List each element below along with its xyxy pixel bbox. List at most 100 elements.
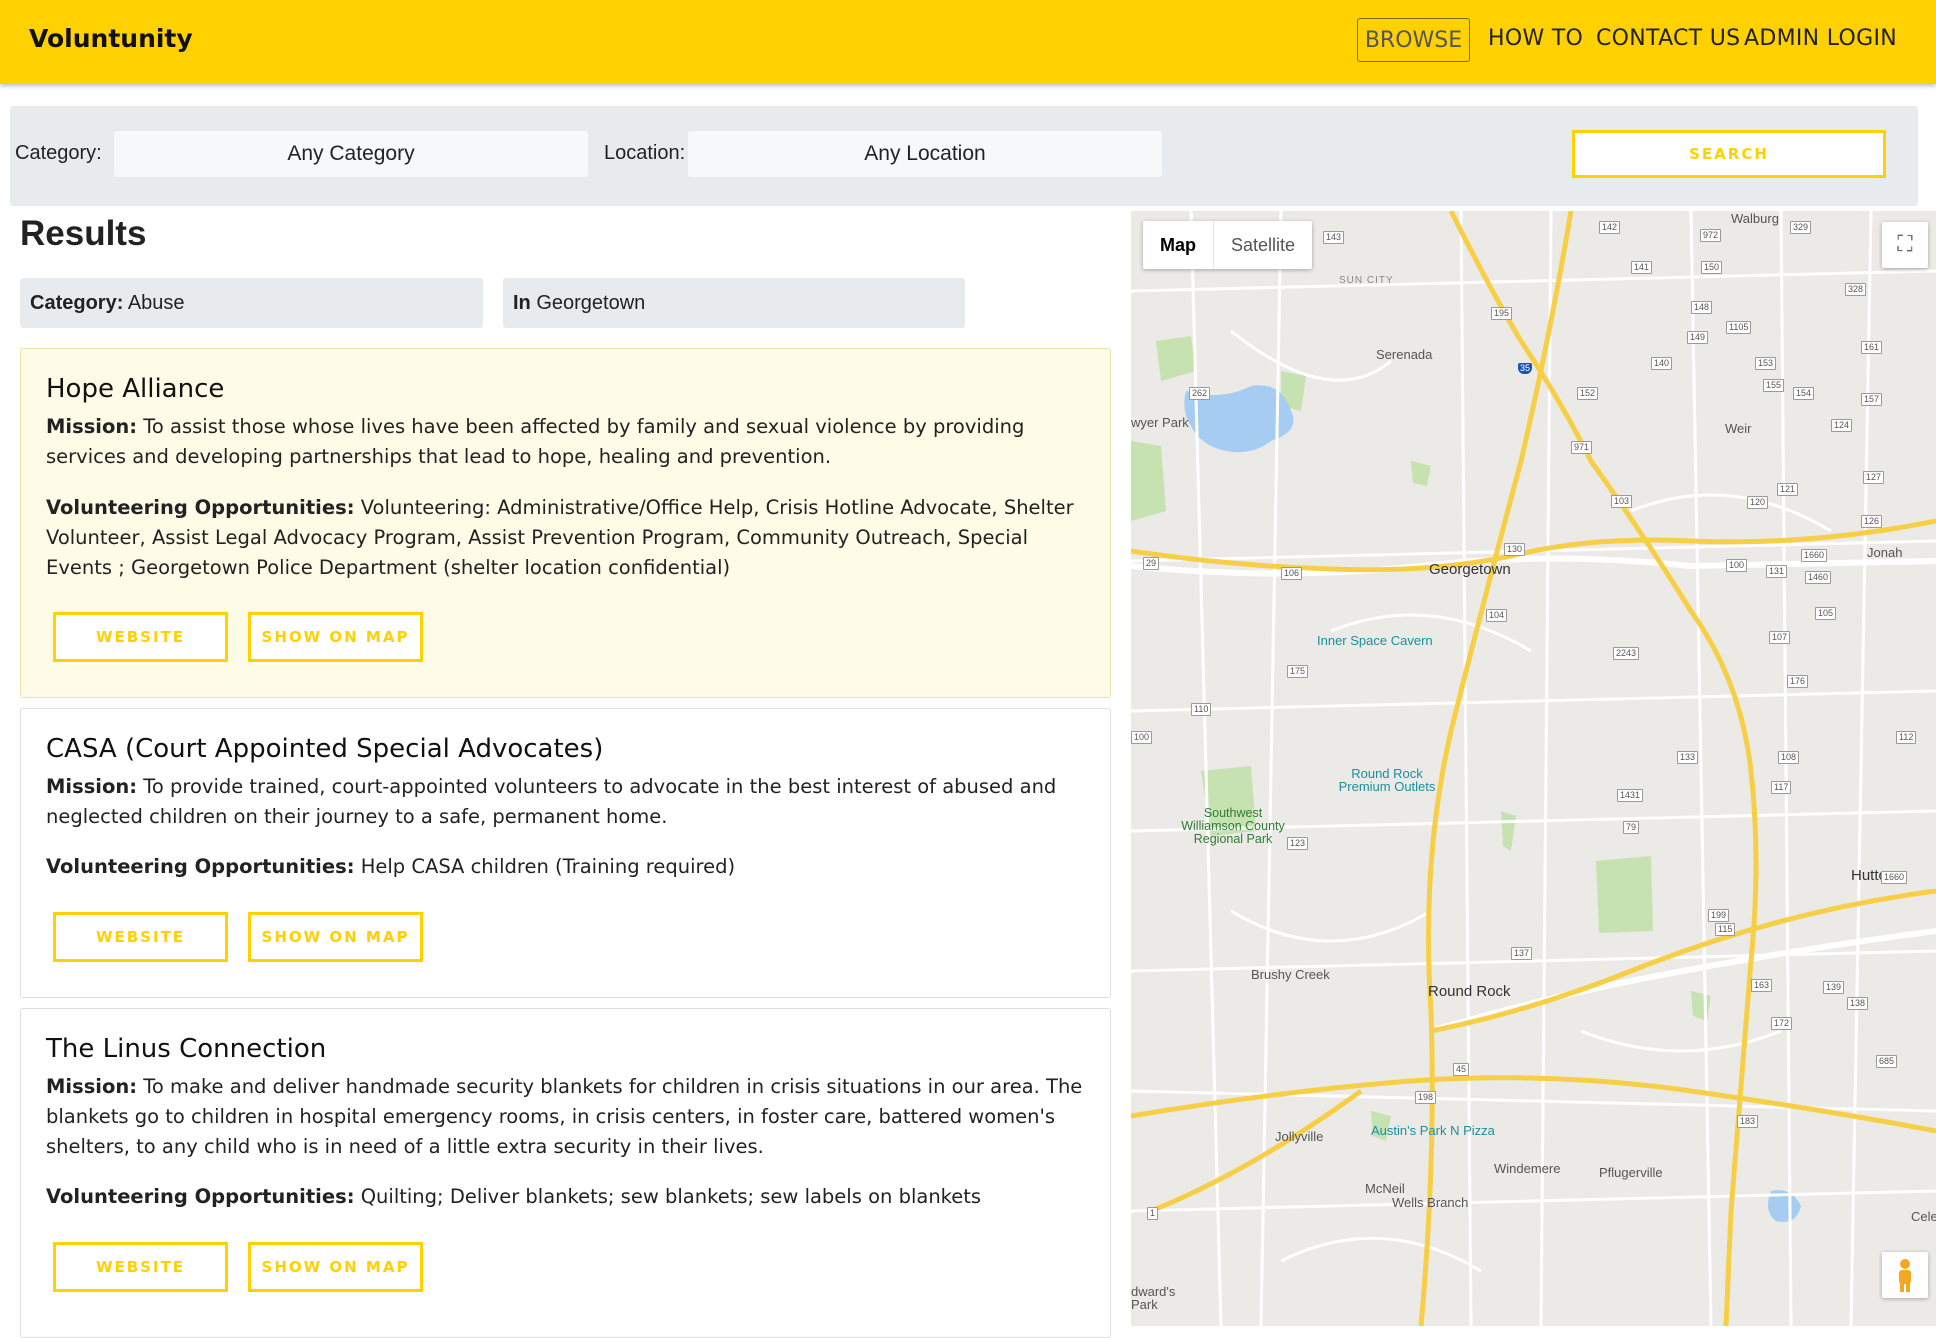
road-shield: 183 [1737, 1115, 1759, 1128]
road-shield: 153 [1755, 357, 1777, 370]
road-shield: 199 [1708, 909, 1730, 922]
result-card[interactable]: Hope Alliance Mission: To assist those w… [20, 348, 1111, 698]
map-place-label: Weir [1725, 421, 1752, 436]
road-shield: 143 [1323, 231, 1345, 244]
website-button[interactable]: WEBSITE [53, 912, 228, 962]
road-shield: 120 [1747, 496, 1769, 509]
road-shield: 45 [1453, 1063, 1470, 1076]
map-place-label: Jollyville [1275, 1129, 1324, 1144]
website-button[interactable]: WEBSITE [53, 1242, 228, 1292]
map-place-label: Georgetown [1429, 561, 1511, 578]
org-name: Hope Alliance [46, 374, 225, 404]
show-on-map-button[interactable]: SHOW ON MAP [248, 912, 423, 962]
org-opportunities: Volunteering Opportunities: Help CASA ch… [46, 852, 1096, 882]
road-shield: 1660 [1801, 549, 1828, 562]
road-shield: 117 [1771, 781, 1792, 794]
show-on-map-button[interactable]: SHOW ON MAP [248, 1242, 423, 1292]
org-mission: Mission: To assist those whose lives hav… [46, 412, 1096, 472]
fullscreen-icon[interactable]: ⛶ [1882, 222, 1928, 268]
org-mission: Mission: To provide trained, court-appoi… [46, 772, 1096, 832]
mission-text: To assist those whose lives have been af… [46, 415, 1025, 468]
category-select[interactable]: Any Category [114, 131, 588, 177]
road-shield: 1105 [1726, 321, 1752, 334]
filter-category-value: Abuse [127, 292, 185, 314]
road-shield: 139 [1823, 981, 1845, 994]
road-shield: 35 [1518, 363, 1533, 374]
road-shield: 195 [1491, 307, 1513, 320]
road-shield: 1 [1147, 1207, 1159, 1220]
map-place-label: wyer Park [1131, 415, 1189, 430]
road-shield: 161 [1861, 341, 1883, 354]
road-shield: 148 [1691, 301, 1713, 314]
top-navbar: Voluntunity BROWSE HOW TO CONTACT US ADM… [0, 0, 1936, 84]
org-opportunities: Volunteering Opportunities: Volunteering… [46, 493, 1096, 583]
map-type-satellite-button[interactable]: Satellite [1213, 221, 1312, 269]
road-shield: 176 [1787, 675, 1809, 688]
filter-location-label: In [513, 292, 531, 314]
road-shield: 115 [1715, 923, 1736, 936]
search-button[interactable]: SEARCH [1572, 130, 1886, 178]
opportunities-label: Volunteering Opportunities: [46, 1185, 355, 1208]
show-on-map-button[interactable]: SHOW ON MAP [248, 612, 423, 662]
map-place-label: Round Rock [1428, 983, 1511, 1000]
filter-location-value: Georgetown [536, 292, 646, 314]
road-shield: 163 [1751, 979, 1773, 992]
road-shield: 262 [1189, 387, 1211, 400]
road-shield: 157 [1861, 393, 1883, 406]
filter-category-label: Category: [30, 292, 124, 314]
map-poi-label: Inner Space Cavern [1317, 633, 1433, 648]
road-shield: 150 [1701, 261, 1723, 274]
road-shield: 154 [1793, 387, 1815, 400]
road-shield: 329 [1790, 221, 1812, 234]
road-shield: 29 [1143, 557, 1160, 570]
road-shield: 685 [1876, 1055, 1898, 1068]
nav-admin-login[interactable]: ADMIN LOGIN [1744, 26, 1897, 51]
mission-text: To provide trained, court-appointed volu… [46, 775, 1057, 828]
mission-label: Mission: [46, 415, 138, 438]
road-shield: 100 [1131, 731, 1153, 744]
location-label: Location: [604, 142, 686, 164]
street-view-pegman-icon[interactable] [1882, 1252, 1928, 1298]
map-park-label: Southwest Williamson County Regional Par… [1181, 806, 1285, 846]
road-shield: 175 [1287, 665, 1309, 678]
location-select[interactable]: Any Location [688, 131, 1162, 177]
result-card[interactable]: The Linus Connection Mission: To make an… [20, 1008, 1111, 1338]
map-place-label: Windemere [1494, 1161, 1561, 1176]
map-place-label: dward's Park [1131, 1284, 1176, 1312]
road-shield: 131 [1766, 565, 1788, 578]
nav-browse[interactable]: BROWSE [1357, 18, 1470, 62]
map-place-label: Jonah [1867, 545, 1903, 560]
road-shield: 130 [1504, 543, 1526, 556]
map-view[interactable]: Map Satellite ⛶ Walburg SUN CITY Serenad… [1131, 211, 1936, 1326]
mission-text: To make and deliver handmade security bl… [46, 1075, 1083, 1158]
road-shield: 1460 [1805, 571, 1832, 584]
road-shield: 123 [1287, 837, 1309, 850]
road-shield: 124 [1831, 419, 1853, 432]
website-button[interactable]: WEBSITE [53, 612, 228, 662]
road-shield: 137 [1511, 947, 1533, 960]
road-shield: 142 [1599, 221, 1621, 234]
road-shield: 2243 [1613, 647, 1640, 660]
result-card[interactable]: CASA (Court Appointed Special Advocates)… [20, 708, 1111, 998]
org-name: The Linus Connection [46, 1034, 327, 1064]
map-parks [1131, 336, 1711, 1141]
road-shield: 112 [1896, 731, 1917, 744]
map-place-label: McNeil [1365, 1181, 1405, 1196]
nav-contact-us[interactable]: CONTACT US [1596, 26, 1740, 51]
road-shield: 138 [1847, 997, 1869, 1010]
opportunities-label: Volunteering Opportunities: [46, 855, 355, 878]
org-name: CASA (Court Appointed Special Advocates) [46, 734, 604, 764]
road-shield: 149 [1687, 331, 1709, 344]
nav-how-to[interactable]: HOW TO [1488, 26, 1583, 51]
road-shield: 328 [1845, 283, 1867, 296]
road-shield: 972 [1700, 229, 1722, 242]
road-shield: 198 [1415, 1091, 1437, 1104]
map-type-map-button[interactable]: Map [1143, 221, 1213, 269]
map-place-label: Cele [1911, 1209, 1936, 1224]
road-shield: 1431 [1617, 789, 1644, 802]
brand-logo[interactable]: Voluntunity [29, 24, 193, 53]
opportunities-text: Help CASA children (Training required) [360, 855, 736, 878]
filter-location: In Georgetown [503, 278, 965, 328]
road-shield: 127 [1863, 471, 1885, 484]
results-heading: Results [20, 214, 147, 253]
